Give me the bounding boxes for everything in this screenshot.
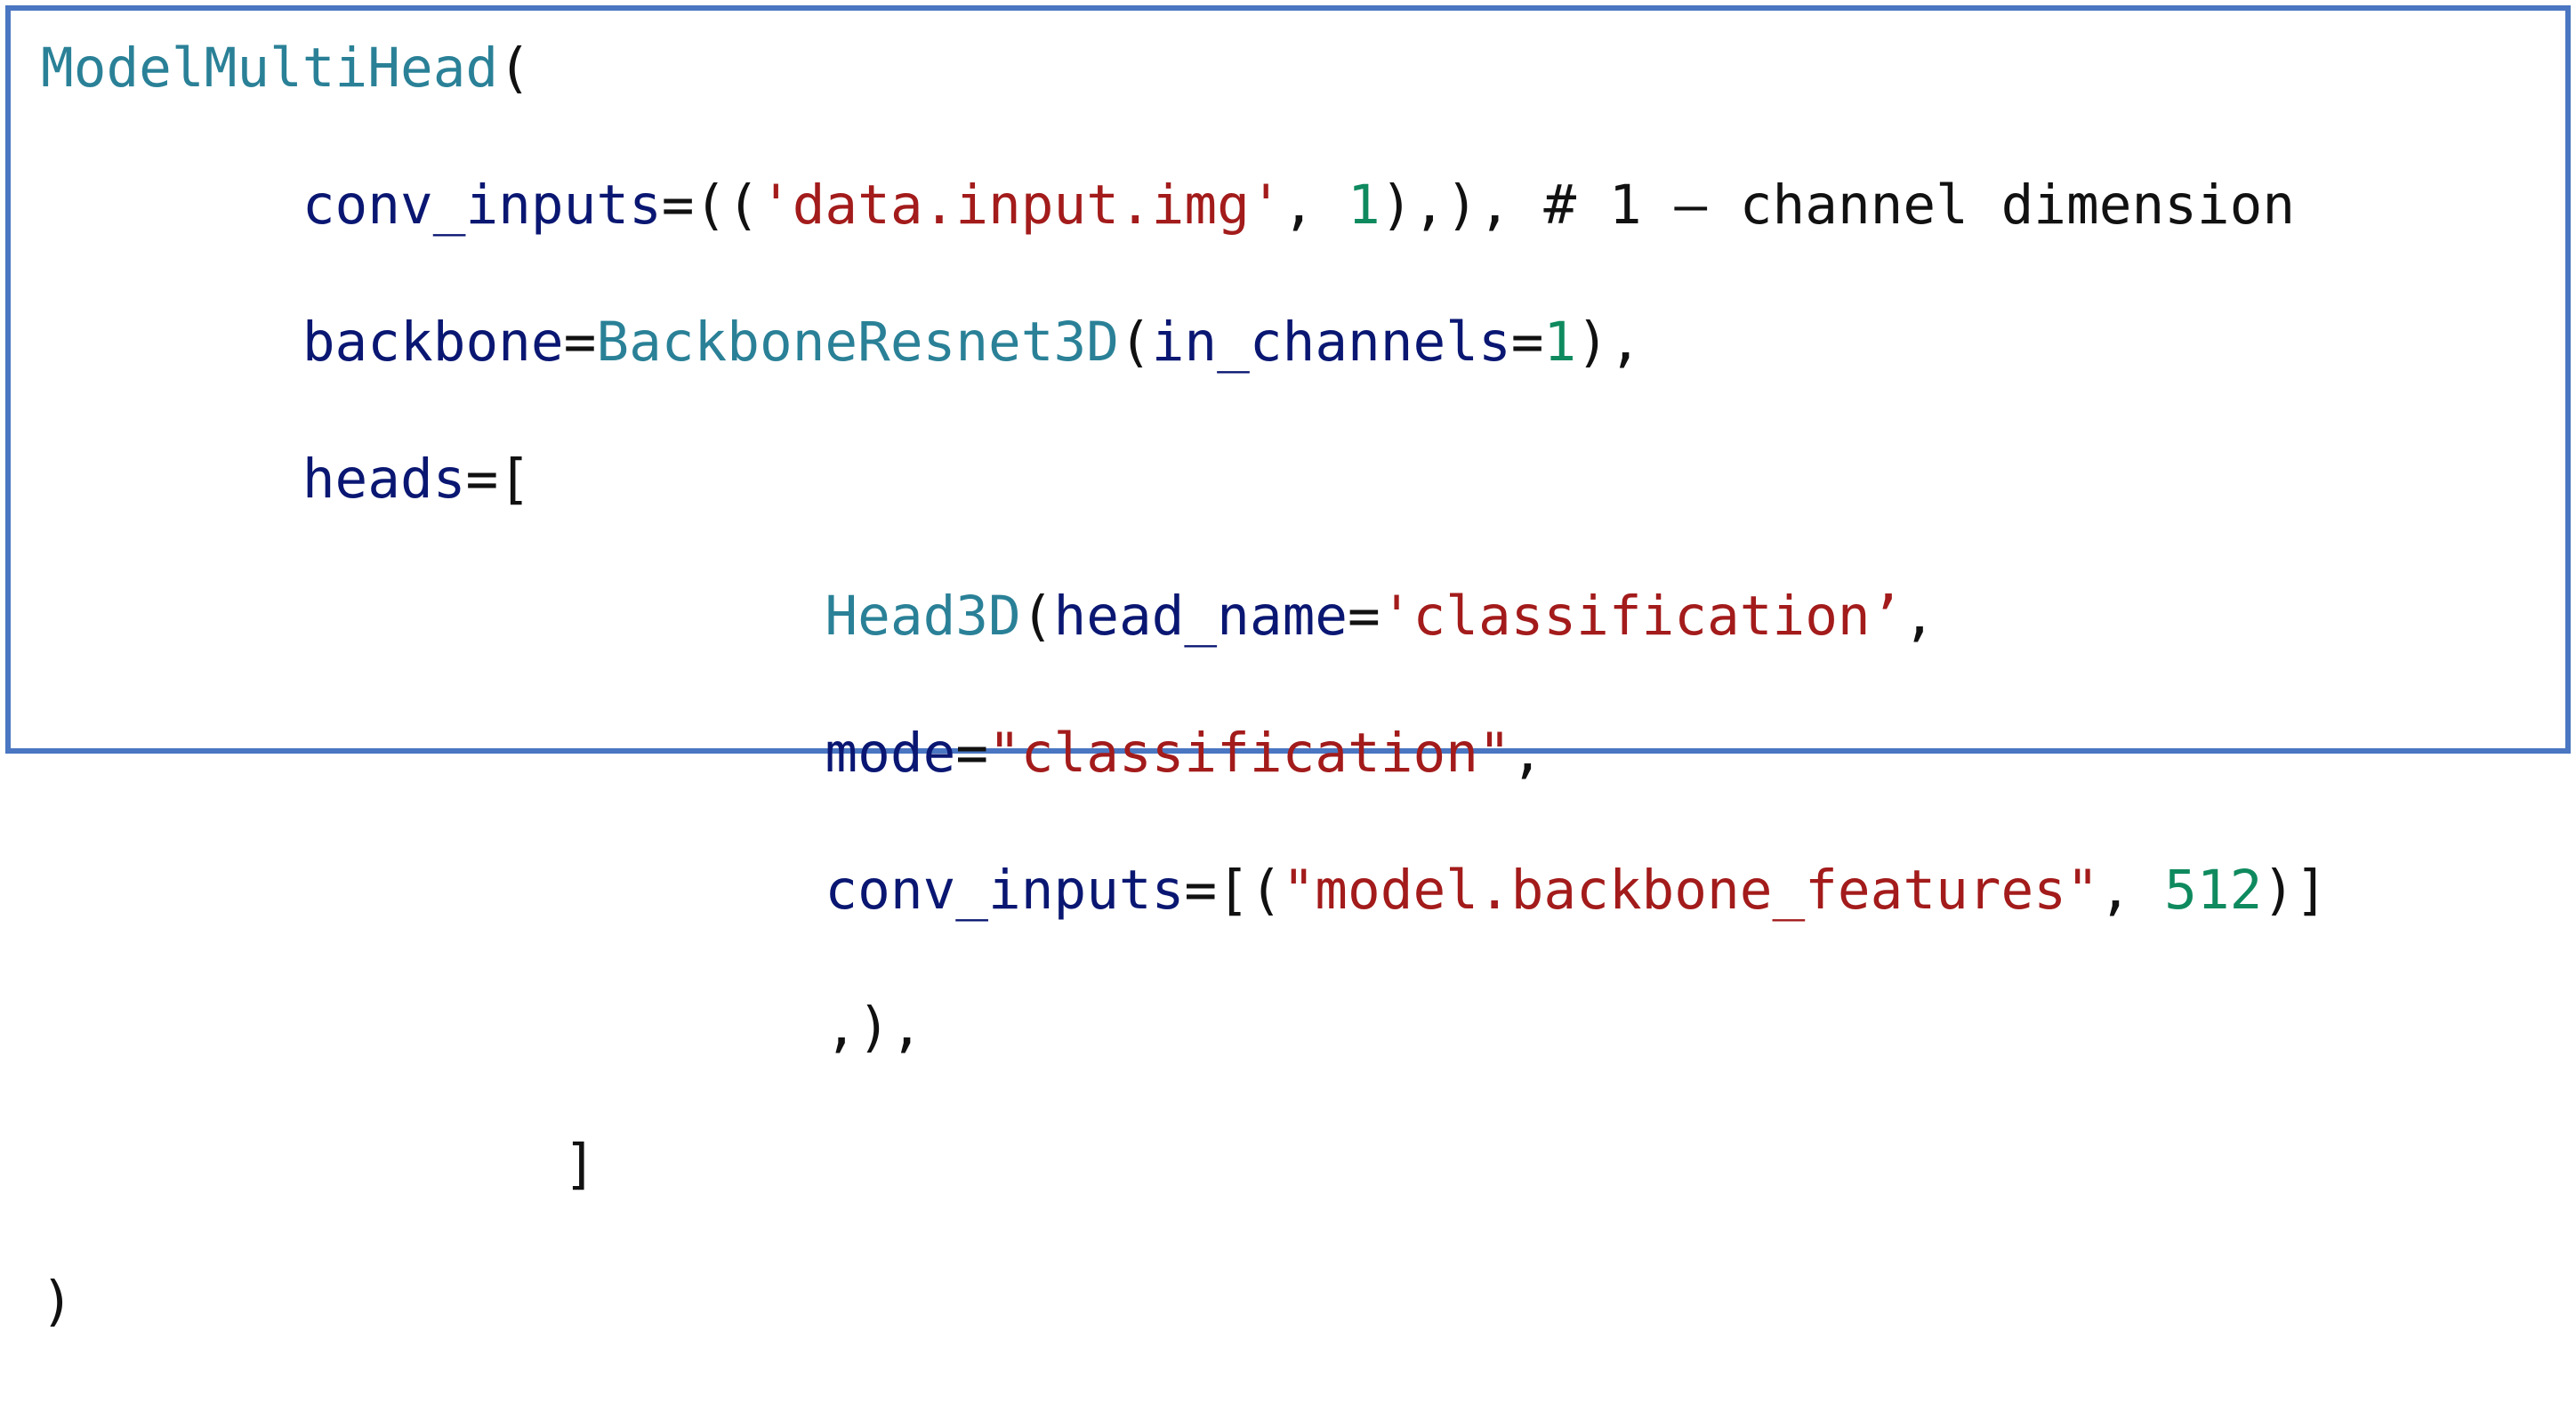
code-line: ): [41, 1267, 2328, 1335]
punctuation-token: (: [498, 36, 531, 100]
string-token: 'data.input.img': [759, 173, 1283, 237]
punctuation-token: ): [41, 1270, 74, 1333]
indent-token: [41, 1133, 564, 1196]
string-token: 'classification’: [1380, 585, 1904, 648]
punctuation-token: ,: [1903, 585, 1936, 648]
class-name-token: Head3D: [825, 585, 1021, 648]
indent-token: [41, 585, 825, 648]
string-token: "model.backbone_features": [1282, 859, 2099, 922]
punctuation-token: (: [1118, 311, 1152, 374]
number-token: 1: [1348, 173, 1381, 237]
code-line: heads=[: [41, 445, 2328, 513]
code-line: ModelMultiHead(: [41, 34, 2328, 102]
punctuation-token: =: [563, 311, 597, 374]
punctuation-token: =[: [465, 448, 531, 511]
code-line: conv_inputs=[("model.backbone_features",…: [41, 856, 2328, 924]
code-line: ]: [41, 1130, 2328, 1198]
parameter-token: conv_inputs: [825, 859, 1185, 922]
parameter-token: in_channels: [1151, 311, 1511, 374]
indent-token: [41, 311, 302, 374]
punctuation-token: ,),: [825, 996, 923, 1059]
parameter-token: head_name: [1053, 585, 1348, 648]
punctuation-token: ),),: [1380, 173, 1544, 237]
punctuation-token: =[(: [1184, 859, 1283, 922]
code-line: Head3D(head_name='classification’,: [41, 582, 2328, 650]
punctuation-token: ]: [563, 1133, 597, 1196]
code-line: conv_inputs=(('data.input.img', 1),), # …: [41, 171, 2328, 239]
code-line: backbone=BackboneResnet3D(in_channels=1)…: [41, 308, 2328, 376]
code-frame: ModelMultiHead( conv_inputs=(('data.inpu…: [5, 5, 2571, 1333]
punctuation-token: =: [1510, 311, 1544, 374]
indent-token: [41, 859, 825, 922]
punctuation-token: ),: [1576, 311, 1642, 374]
parameter-token: conv_inputs: [302, 173, 662, 237]
comment-token: # 1 – channel dimension: [1543, 173, 2296, 237]
punctuation-token: ,: [2098, 859, 2165, 922]
code-block: ModelMultiHead( conv_inputs=(('data.inpu…: [41, 34, 2328, 1404]
parameter-token: backbone: [302, 311, 564, 374]
indent-token: [41, 173, 302, 237]
punctuation-token: (: [1020, 585, 1054, 648]
class-name-token: ModelMultiHead: [41, 36, 499, 100]
punctuation-token: )]: [2262, 859, 2328, 922]
parameter-token: heads: [302, 448, 466, 511]
number-token: 512: [2164, 859, 2263, 922]
indent-token: [41, 448, 302, 511]
code-line: ,),: [41, 993, 2328, 1061]
punctuation-token: =((: [661, 173, 760, 237]
number-token: 1: [1543, 311, 1577, 374]
punctuation-token: ,: [1282, 173, 1348, 237]
punctuation-token: =: [1348, 585, 1381, 648]
class-name-token: BackboneResnet3D: [596, 311, 1119, 374]
indent-token: [41, 996, 825, 1059]
